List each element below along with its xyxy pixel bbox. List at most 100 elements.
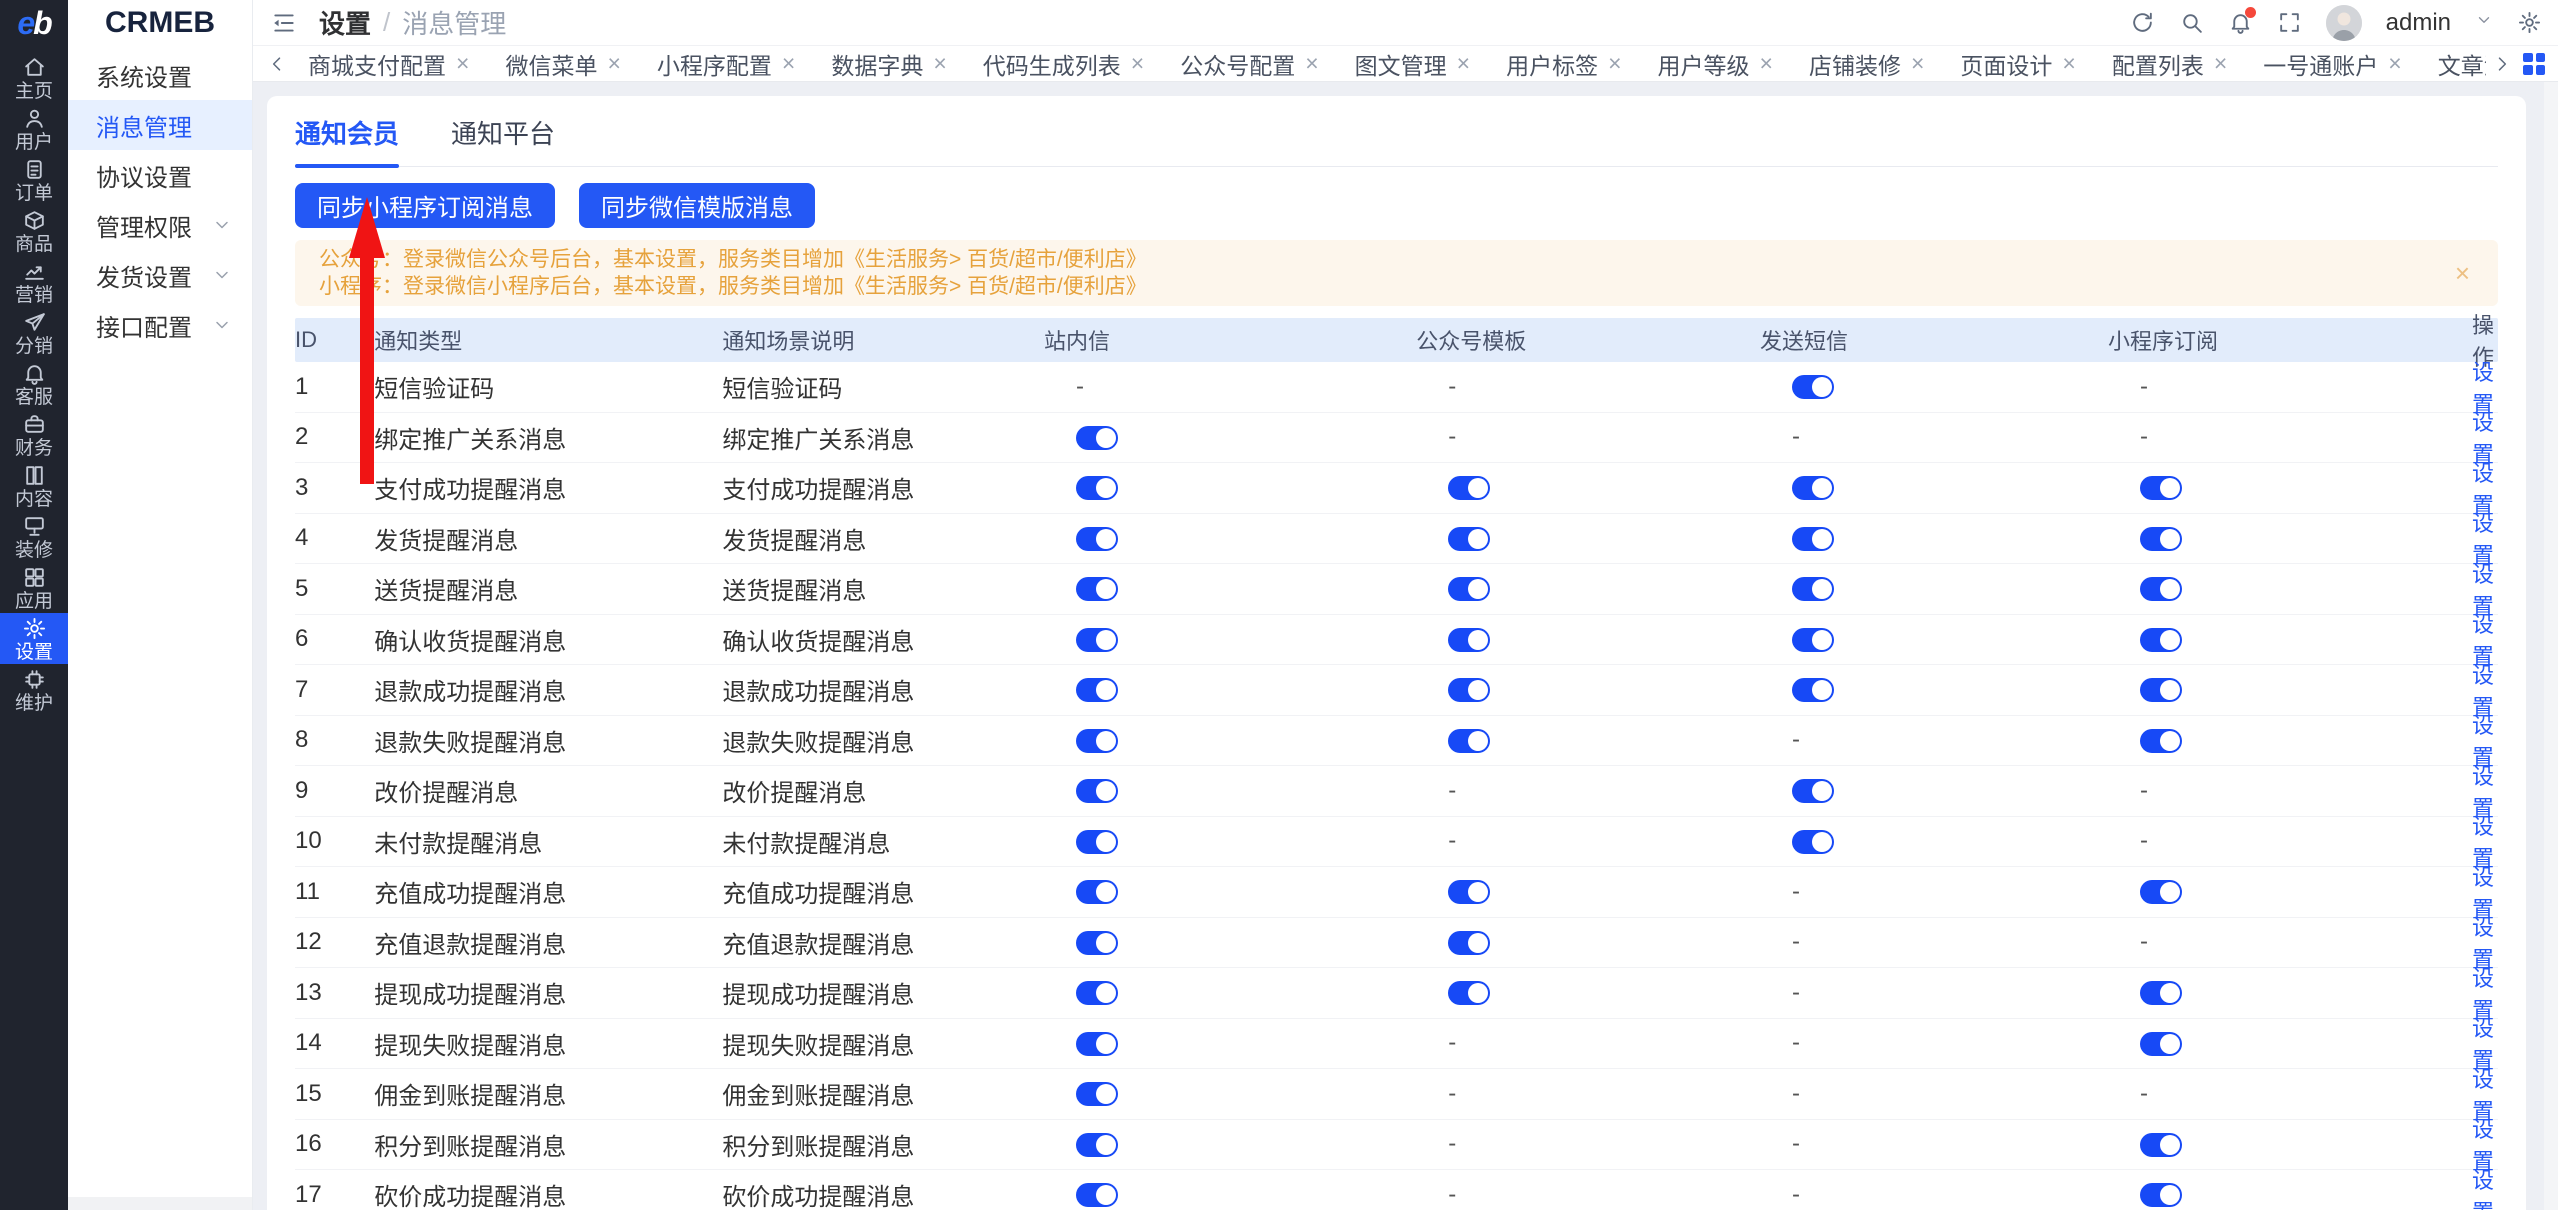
wechat-template-toggle[interactable] bbox=[1448, 678, 1491, 703]
wechat-template-toggle[interactable] bbox=[1448, 930, 1491, 955]
site-message-toggle[interactable] bbox=[1075, 880, 1118, 905]
tabs-scroll-right[interactable] bbox=[2486, 54, 2518, 74]
sms-toggle[interactable] bbox=[1791, 678, 1834, 703]
site-message-toggle[interactable] bbox=[1075, 627, 1118, 652]
rail-item[interactable]: 用户 bbox=[0, 103, 68, 154]
page-tab[interactable]: 配置列表 × bbox=[2097, 42, 2242, 86]
close-icon[interactable]: × bbox=[607, 52, 620, 75]
close-icon[interactable]: × bbox=[1608, 52, 1621, 75]
sidebar-item[interactable]: 消息管理 bbox=[68, 100, 252, 150]
wechat-template-toggle[interactable] bbox=[1448, 728, 1491, 753]
breadcrumb-section[interactable]: 设置 bbox=[319, 4, 371, 41]
rail-item[interactable]: 内容 bbox=[0, 460, 68, 511]
page-tab[interactable]: 图文管理 × bbox=[1340, 42, 1485, 86]
sidebar-item[interactable]: 管理权限 bbox=[68, 200, 252, 250]
settings-link[interactable]: 设置 bbox=[2472, 1168, 2494, 1210]
close-icon[interactable]: × bbox=[2388, 52, 2401, 75]
miniprogram-subscribe-toggle[interactable] bbox=[2140, 476, 2182, 501]
site-message-toggle[interactable] bbox=[1075, 1031, 1118, 1056]
site-message-toggle[interactable] bbox=[1075, 829, 1118, 854]
sync-button[interactable]: 同步小程序订阅消息 bbox=[295, 183, 555, 228]
site-message-toggle[interactable] bbox=[1075, 1132, 1118, 1157]
miniprogram-subscribe-toggle[interactable] bbox=[2140, 728, 2182, 753]
site-message-toggle[interactable] bbox=[1075, 526, 1118, 551]
sidebar-item[interactable]: 协议设置 bbox=[68, 150, 252, 200]
tabs-scroll-left[interactable] bbox=[261, 54, 293, 74]
miniprogram-subscribe-toggle[interactable] bbox=[2140, 678, 2182, 703]
rail-item[interactable]: 营销 bbox=[0, 256, 68, 307]
wechat-template-toggle[interactable] bbox=[1448, 627, 1491, 652]
rail-item[interactable]: 设置 bbox=[0, 613, 68, 664]
site-message-toggle[interactable] bbox=[1075, 930, 1118, 955]
page-tab[interactable]: 小程序配置 × bbox=[642, 42, 810, 86]
miniprogram-subscribe-toggle[interactable] bbox=[2140, 1183, 2182, 1208]
sms-toggle[interactable] bbox=[1791, 779, 1834, 804]
close-icon[interactable]: × bbox=[456, 52, 469, 75]
rail-item[interactable]: 装修 bbox=[0, 511, 68, 562]
page-tab[interactable]: 微信菜单 × bbox=[490, 42, 635, 86]
rail-item[interactable]: 主页 bbox=[0, 52, 68, 103]
site-message-toggle[interactable] bbox=[1075, 425, 1118, 450]
sms-toggle[interactable] bbox=[1791, 375, 1834, 400]
wechat-template-toggle[interactable] bbox=[1448, 981, 1491, 1006]
collapse-menu-icon[interactable] bbox=[271, 10, 297, 36]
close-icon[interactable]: × bbox=[1131, 52, 1144, 75]
page-tab[interactable]: 一号通账户 × bbox=[2248, 42, 2416, 86]
site-message-toggle[interactable] bbox=[1075, 678, 1118, 703]
rail-item[interactable]: 商品 bbox=[0, 205, 68, 256]
close-icon[interactable]: × bbox=[1457, 52, 1470, 75]
sidebar-item[interactable]: 接口配置 bbox=[68, 300, 252, 350]
rail-item[interactable]: 订单 bbox=[0, 154, 68, 205]
rail-item[interactable]: 分销 bbox=[0, 307, 68, 358]
sms-toggle[interactable] bbox=[1791, 526, 1834, 551]
close-icon[interactable]: × bbox=[782, 52, 795, 75]
gear-icon[interactable] bbox=[2517, 10, 2542, 35]
wechat-template-toggle[interactable] bbox=[1448, 526, 1491, 551]
rail-item[interactable]: 维护 bbox=[0, 664, 68, 715]
page-tab[interactable]: 用户等级 × bbox=[1643, 42, 1788, 86]
miniprogram-subscribe-toggle[interactable] bbox=[2140, 526, 2182, 551]
page-tab[interactable]: 用户标签 × bbox=[1491, 42, 1636, 86]
miniprogram-subscribe-toggle[interactable] bbox=[2140, 627, 2182, 652]
miniprogram-subscribe-toggle[interactable] bbox=[2140, 880, 2182, 905]
miniprogram-subscribe-toggle[interactable] bbox=[2140, 981, 2182, 1006]
sms-toggle[interactable] bbox=[1791, 829, 1834, 854]
sms-toggle[interactable] bbox=[1791, 577, 1834, 602]
page-tab[interactable]: 商城支付配置 × bbox=[293, 42, 484, 86]
close-icon[interactable]: × bbox=[933, 52, 946, 75]
app-logo[interactable]: eb bbox=[0, 0, 68, 46]
wechat-template-toggle[interactable] bbox=[1448, 577, 1491, 602]
user-menu-toggle[interactable] bbox=[2475, 11, 2493, 34]
rail-item[interactable]: 财务 bbox=[0, 409, 68, 460]
fullscreen-icon[interactable] bbox=[2277, 10, 2302, 35]
site-message-toggle[interactable] bbox=[1075, 577, 1118, 602]
notify-tab[interactable]: 通知平台 bbox=[451, 114, 555, 166]
site-message-toggle[interactable] bbox=[1075, 728, 1118, 753]
site-message-toggle[interactable] bbox=[1075, 779, 1118, 804]
site-message-toggle[interactable] bbox=[1075, 1183, 1118, 1208]
wechat-template-toggle[interactable] bbox=[1448, 476, 1491, 501]
page-tab[interactable]: 页面设计 × bbox=[1945, 42, 2090, 86]
vertical-scrollbar[interactable] bbox=[2544, 82, 2558, 1210]
close-icon[interactable]: × bbox=[2062, 52, 2075, 75]
close-icon[interactable]: × bbox=[2451, 260, 2474, 286]
avatar[interactable] bbox=[2325, 4, 2362, 41]
username[interactable]: admin bbox=[2386, 9, 2451, 37]
miniprogram-subscribe-toggle[interactable] bbox=[2140, 1031, 2182, 1056]
page-tab[interactable]: 文章添加 × bbox=[2423, 42, 2486, 86]
sms-toggle[interactable] bbox=[1791, 627, 1834, 652]
sms-toggle[interactable] bbox=[1791, 476, 1834, 501]
sidebar-item[interactable]: 发货设置 bbox=[68, 250, 252, 300]
site-message-toggle[interactable] bbox=[1075, 1082, 1118, 1107]
notify-tab[interactable]: 通知会员 bbox=[295, 114, 400, 168]
site-message-toggle[interactable] bbox=[1075, 981, 1118, 1006]
close-icon[interactable]: × bbox=[2214, 52, 2227, 75]
refresh-icon[interactable] bbox=[2130, 10, 2155, 35]
sidebar-item[interactable]: 系统设置 bbox=[68, 50, 252, 100]
sidebar-scrollbar[interactable] bbox=[68, 1197, 252, 1210]
miniprogram-subscribe-toggle[interactable] bbox=[2140, 1132, 2182, 1157]
sync-button[interactable]: 同步微信模版消息 bbox=[579, 183, 815, 228]
rail-item[interactable]: 应用 bbox=[0, 562, 68, 613]
page-tab[interactable]: 数据字典 × bbox=[816, 42, 961, 86]
close-icon[interactable]: × bbox=[1760, 52, 1773, 75]
